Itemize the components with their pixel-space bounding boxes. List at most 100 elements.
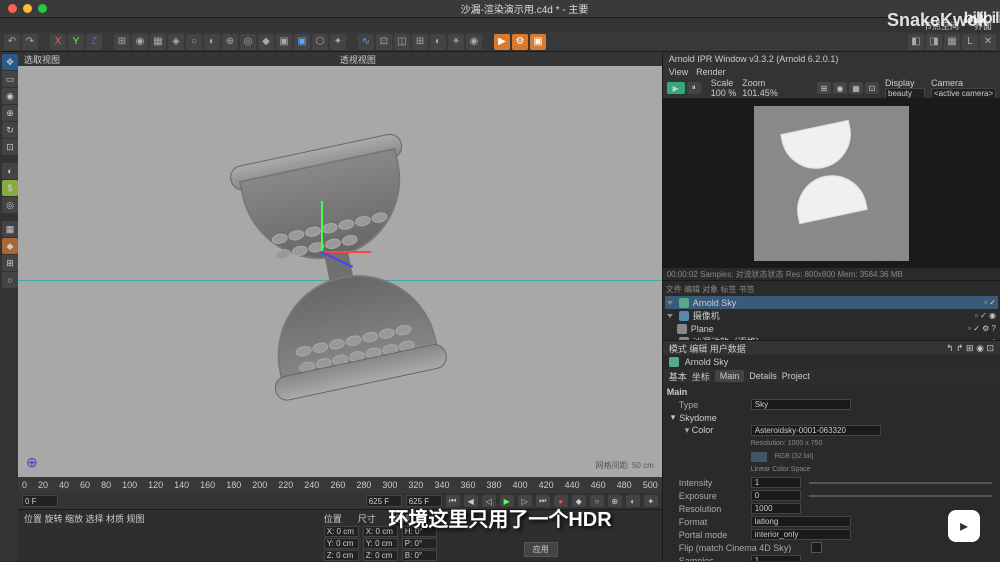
- tool-icon[interactable]: ◆: [2, 238, 18, 254]
- ipr-pause-button[interactable]: ⏸: [687, 82, 701, 94]
- pos-y-input[interactable]: [324, 538, 359, 549]
- color-file-input[interactable]: [751, 425, 881, 436]
- minimize-window[interactable]: [23, 4, 32, 13]
- tool-icon[interactable]: ↻: [2, 122, 18, 138]
- tool-icon[interactable]: ◧: [908, 34, 924, 50]
- key-opts-button[interactable]: ◐: [626, 495, 640, 507]
- tool-icon[interactable]: ◉: [132, 34, 148, 50]
- obj-arnold-sky[interactable]: Arnold Sky▫ ✓: [665, 296, 998, 309]
- obj-menu[interactable]: 文件 编辑 对象 标签 书签: [665, 283, 998, 296]
- format-select[interactable]: [751, 516, 851, 527]
- axis-x-icon[interactable]: X: [50, 34, 66, 50]
- maximize-window[interactable]: [38, 4, 47, 13]
- window-title: 沙漏-渲染演示用.c4d * - 主要: [57, 1, 992, 16]
- intensity-input[interactable]: [751, 477, 801, 488]
- ipr-display-select[interactable]: [885, 88, 925, 99]
- tab-details[interactable]: Details: [749, 371, 777, 381]
- type-select[interactable]: [751, 399, 851, 410]
- exposure-input[interactable]: [751, 490, 801, 501]
- ipr-render-view[interactable]: [663, 98, 1000, 268]
- tool-icon[interactable]: ⊡: [376, 34, 392, 50]
- ipr-tool-icon[interactable]: ▦: [849, 82, 863, 94]
- tab-project[interactable]: Project: [782, 371, 810, 381]
- size-y-input[interactable]: [363, 538, 398, 549]
- viewport-3d[interactable]: 网格间距: 50 cm ⊕: [18, 66, 662, 477]
- ipr-play-button[interactable]: ▶: [667, 82, 685, 94]
- rot-b-input[interactable]: [402, 550, 437, 561]
- axis-z-icon[interactable]: Z: [86, 34, 102, 50]
- tab-basic[interactable]: 基本: [669, 370, 687, 383]
- video-subtitle: 环境这里只用了一个HDR: [388, 503, 611, 532]
- pos-z-input[interactable]: [324, 550, 359, 561]
- help-icon[interactable]: L: [962, 34, 978, 50]
- render-button[interactable]: ▶: [494, 34, 510, 50]
- key-opts-button[interactable]: ✦: [644, 495, 658, 507]
- tool-icon[interactable]: ✦: [330, 34, 346, 50]
- tool-icon[interactable]: ▦: [2, 221, 18, 237]
- close-window[interactable]: [8, 4, 17, 13]
- render-settings-button[interactable]: ⚙: [512, 34, 528, 50]
- tool-icon[interactable]: ⊕: [222, 34, 238, 50]
- render-region-button[interactable]: ▣: [530, 34, 546, 50]
- rot-p-input[interactable]: [402, 538, 437, 549]
- vp-view-label: 透视视图: [340, 53, 376, 66]
- pos-x-input[interactable]: [324, 526, 359, 537]
- ipr-tool-icon[interactable]: ◉: [833, 82, 847, 94]
- flip-checkbox[interactable]: [811, 542, 822, 553]
- tool-icon[interactable]: ◎: [2, 197, 18, 213]
- tool-icon[interactable]: $: [2, 180, 18, 196]
- video-play-icon[interactable]: [948, 510, 980, 542]
- tool-icon[interactable]: ◐: [430, 34, 446, 50]
- attr-object-title: Arnold Sky: [685, 357, 729, 367]
- left-toolbar: ✥ ▭ ◉ ⊕ ↻ ⊡ ◐ $ ◎ ▦ ◆ ⊞ ○: [0, 52, 18, 561]
- ipr-camera-select[interactable]: [931, 88, 996, 99]
- tool-icon[interactable]: ○: [186, 34, 202, 50]
- tool-icon[interactable]: ⊞: [412, 34, 428, 50]
- tool-icon[interactable]: ◎: [240, 34, 256, 50]
- select-tool[interactable]: ▭: [2, 71, 18, 87]
- material-tabs[interactable]: 位置 旋转 缩放 选择 材质 规图: [24, 512, 316, 525]
- tool-icon[interactable]: ▦: [944, 34, 960, 50]
- tab-coord[interactable]: 坐标: [692, 370, 710, 383]
- frame-start-input[interactable]: [22, 495, 58, 507]
- tool-icon[interactable]: ◆: [258, 34, 274, 50]
- obj-camera[interactable]: 摄像机▫ ✓ ◉: [665, 309, 998, 322]
- spline-icon[interactable]: ∿: [358, 34, 374, 50]
- ipr-view-tab[interactable]: View: [669, 67, 688, 77]
- tool-icon[interactable]: ☀: [448, 34, 464, 50]
- redo-button[interactable]: ↷: [22, 34, 38, 50]
- axis-y-icon[interactable]: Y: [68, 34, 84, 50]
- attr-menu[interactable]: 模式 编辑 用户数据: [669, 342, 746, 355]
- resolution-input[interactable]: [751, 503, 801, 514]
- undo-button[interactable]: ↶: [4, 34, 20, 50]
- samples-input[interactable]: [751, 555, 801, 561]
- ipr-tool-icon[interactable]: ⊞: [817, 82, 831, 94]
- tool-icon[interactable]: ◨: [926, 34, 942, 50]
- timeline-ruler[interactable]: 0204060801001201401601802002202402602803…: [18, 477, 662, 493]
- portal-select[interactable]: [751, 529, 851, 540]
- cube-icon[interactable]: ▣: [294, 34, 310, 50]
- ipr-tool-icon[interactable]: ⊡: [865, 82, 879, 94]
- tool-icon[interactable]: ⊞: [114, 34, 130, 50]
- tab-main[interactable]: Main: [715, 370, 745, 382]
- move-tool[interactable]: ✥: [2, 54, 18, 70]
- tool-icon[interactable]: ▦: [150, 34, 166, 50]
- tool-icon[interactable]: ◉: [466, 34, 482, 50]
- tool-icon[interactable]: ◐: [2, 163, 18, 179]
- tool-icon[interactable]: ◐: [204, 34, 220, 50]
- obj-plane[interactable]: Plane▫ ✓ ⚙ ?: [665, 322, 998, 335]
- ipr-status-bar: 00:00:02 Samples: 对流状态状态 Res: 800x800 Me…: [663, 268, 1000, 280]
- tool-icon[interactable]: ⬡: [312, 34, 328, 50]
- tool-icon[interactable]: ⊞: [2, 255, 18, 271]
- tool-icon[interactable]: ◉: [2, 88, 18, 104]
- close-icon[interactable]: ✕: [980, 34, 996, 50]
- apply-button[interactable]: 应用: [524, 542, 558, 557]
- tool-icon[interactable]: ⊕: [2, 105, 18, 121]
- ipr-render-tab[interactable]: Render: [696, 67, 726, 77]
- size-z-input[interactable]: [363, 550, 398, 561]
- tool-icon[interactable]: ⊡: [2, 139, 18, 155]
- tool-icon[interactable]: ◈: [168, 34, 184, 50]
- tool-icon[interactable]: ○: [2, 272, 18, 288]
- tool-icon[interactable]: ▣: [276, 34, 292, 50]
- tool-icon[interactable]: ◫: [394, 34, 410, 50]
